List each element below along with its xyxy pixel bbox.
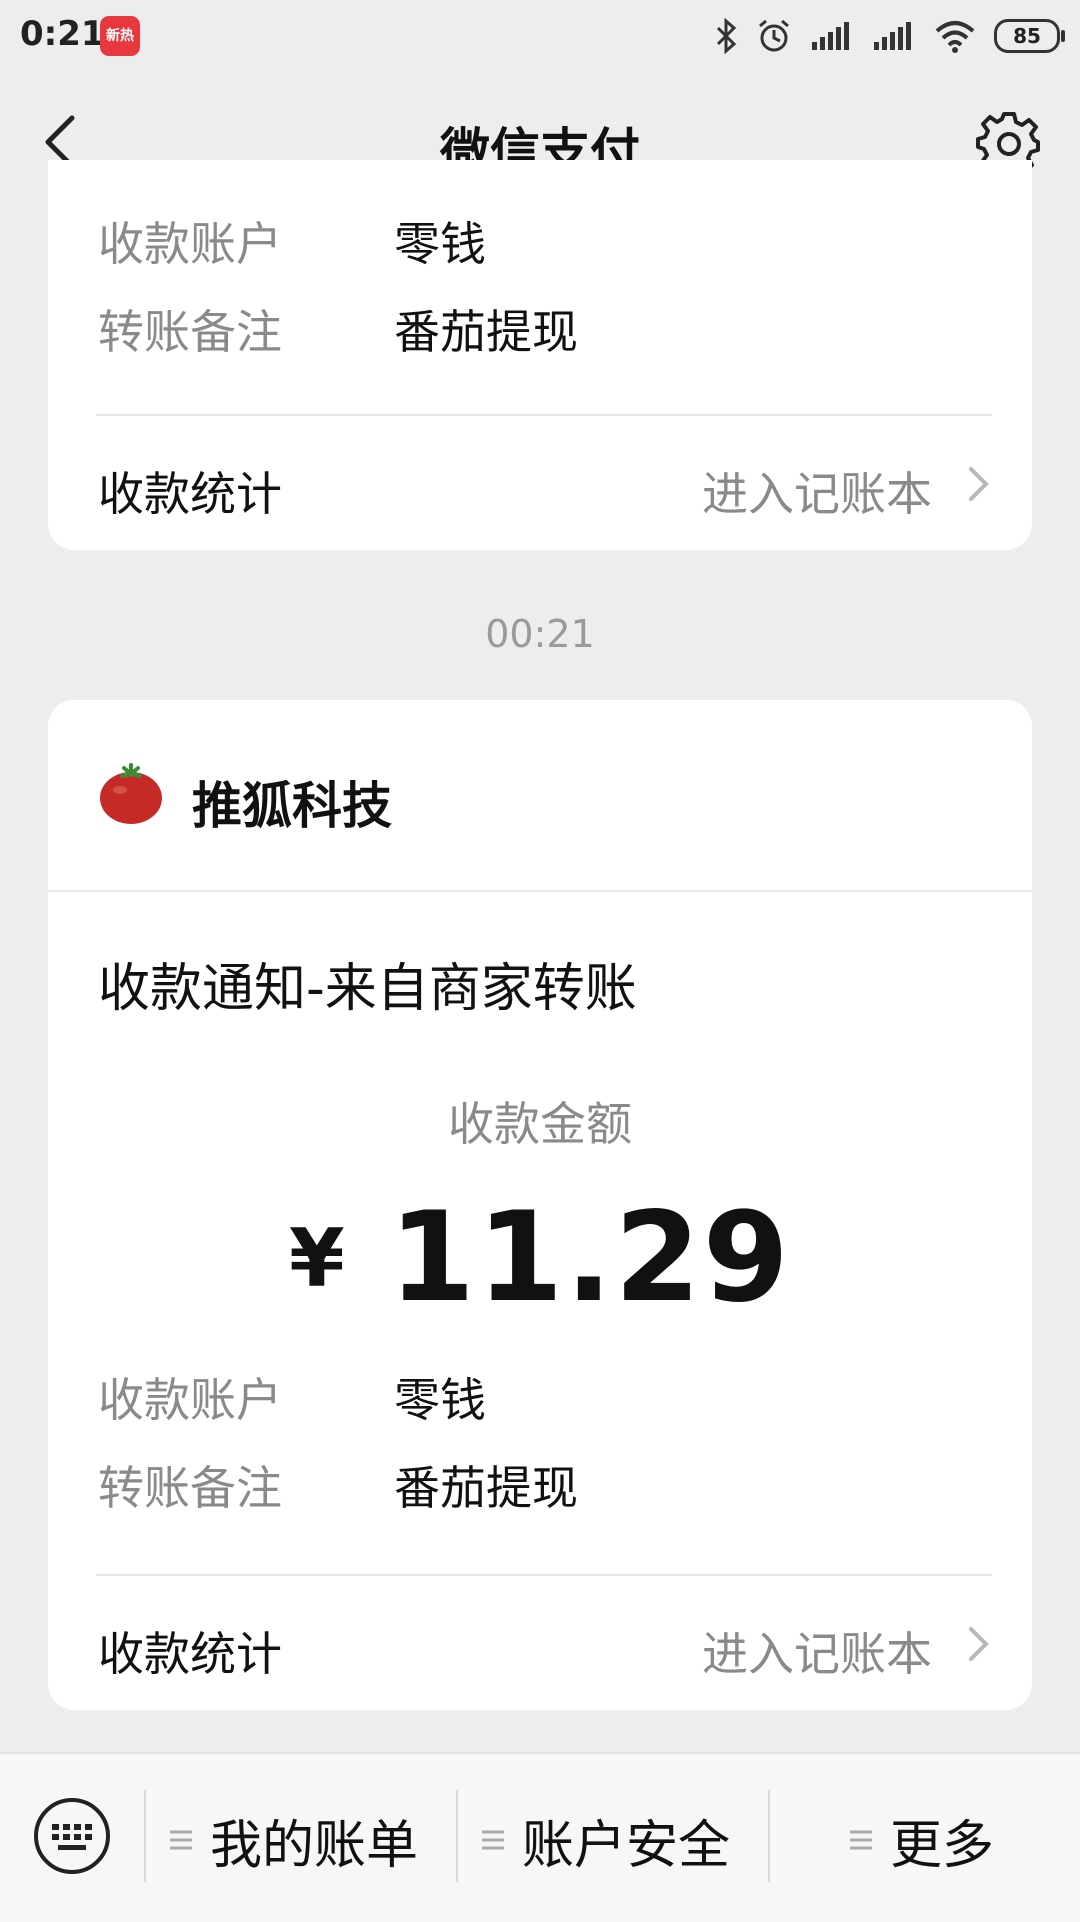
divider (96, 414, 992, 416)
menu-label: 我的账单 (210, 1815, 419, 1876)
status-icons: 85 (714, 14, 1065, 58)
currency-symbol: ¥ (289, 1211, 345, 1305)
stats-row-previous[interactable]: 收款统计 进入记账本 (48, 440, 1032, 530)
menu-account-security[interactable]: 账户安全 (480, 1800, 730, 1880)
divider (48, 890, 1032, 892)
alarm-icon (759, 19, 789, 52)
ledger-link[interactable]: 进入记账本 (702, 458, 932, 524)
battery-indicator: 85 (994, 19, 1065, 53)
signal-icon-1 (812, 22, 849, 50)
menu-lines-icon (170, 1830, 192, 1850)
menu-lines-icon (482, 1830, 504, 1850)
ledger-link[interactable]: 进入记账本 (702, 1618, 932, 1684)
amount-value: 11.29 (388, 1186, 791, 1330)
account-value: 零钱 (394, 217, 486, 271)
account-value: 零钱 (394, 1373, 486, 1427)
divider (96, 1574, 992, 1576)
tomato-logo-icon (100, 763, 162, 824)
bluetooth-icon (716, 18, 737, 54)
chevron-right-icon (969, 467, 989, 501)
menu-my-bills[interactable]: 我的账单 (168, 1800, 418, 1880)
amount-display: ¥11.29 (0, 1186, 1080, 1330)
remark-value: 番茄提现 (394, 305, 578, 359)
account-label: 收款账户 (98, 217, 282, 271)
message-timestamp: 00:21 (485, 612, 595, 656)
menu-more[interactable]: 更多 (848, 1800, 994, 1880)
remark-label: 转账备注 (98, 305, 282, 359)
status-time: 0:21 (20, 14, 105, 54)
remark-label: 转账备注 (98, 1461, 282, 1515)
menu-label: 更多 (890, 1815, 995, 1876)
amount-label: 收款金额 (448, 1097, 632, 1151)
divider (144, 1790, 146, 1882)
divider (768, 1790, 770, 1882)
menu-lines-icon (850, 1830, 872, 1850)
wifi-icon (935, 21, 975, 53)
menu-label: 账户安全 (522, 1815, 731, 1876)
app-notification-badge: 新热 (100, 16, 140, 56)
merchant-name: 推狐科技 (192, 777, 392, 835)
notice-title: 收款通知-来自商家转账 (98, 959, 637, 1019)
account-label: 收款账户 (98, 1373, 282, 1427)
signal-icon-2 (874, 22, 911, 50)
stats-row[interactable]: 收款统计 进入记账本 (48, 1600, 1032, 1690)
divider (456, 1790, 458, 1882)
stats-label: 收款统计 (98, 1627, 282, 1681)
stats-label: 收款统计 (98, 467, 282, 521)
keyboard-icon[interactable] (32, 1796, 112, 1876)
chevron-right-icon (969, 1627, 989, 1661)
remark-value: 番茄提现 (394, 1461, 578, 1515)
